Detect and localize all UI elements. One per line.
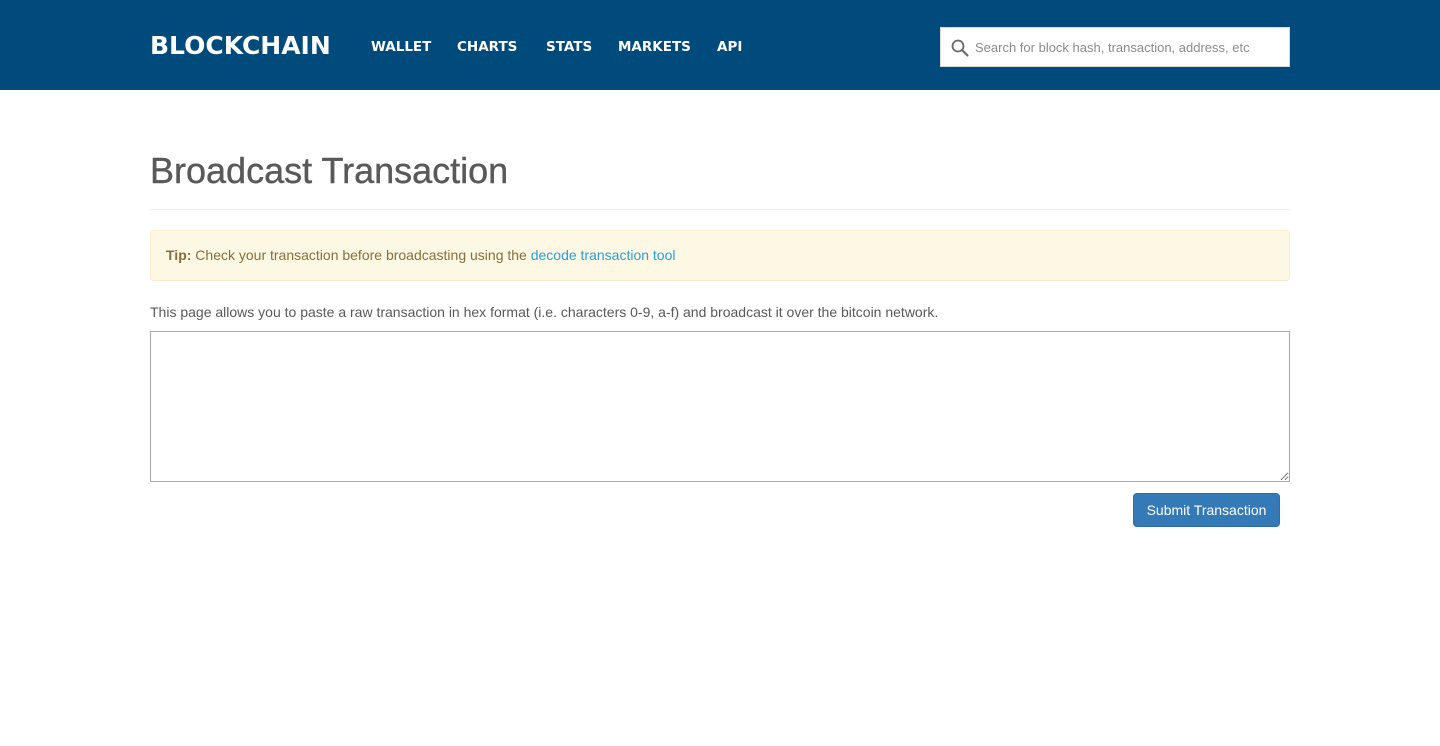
nav-item-stats[interactable]: STATS [546,38,592,56]
submit-transaction-button[interactable]: Submit Transaction [1133,493,1280,527]
title-divider [150,209,1290,210]
blockchain-logo[interactable]: BLOCKCHAIN [150,31,331,61]
page-title: Broadcast Transaction [150,150,509,191]
tip-text: Check your transaction before broadcasti… [191,247,531,263]
search-box[interactable] [940,27,1290,67]
nav-item-charts[interactable]: CHARTS [457,38,517,56]
tip-label: Tip: [166,247,192,263]
raw-transaction-input[interactable] [150,331,1290,482]
page-description: This page allows you to paste a raw tran… [150,304,939,320]
nav-item-api[interactable]: API [717,38,742,56]
nav-item-wallet[interactable]: WALLET [371,38,431,56]
decode-transaction-link[interactable]: decode transaction tool [531,247,676,263]
search-icon [950,38,970,58]
top-navbar: BLOCKCHAIN WALLET CHARTS STATS MARKETS A… [0,0,1440,90]
search-input[interactable] [975,28,1285,66]
tip-alert: Tip: Check your transaction before broad… [150,230,1290,281]
nav-item-markets[interactable]: MARKETS [618,38,691,56]
